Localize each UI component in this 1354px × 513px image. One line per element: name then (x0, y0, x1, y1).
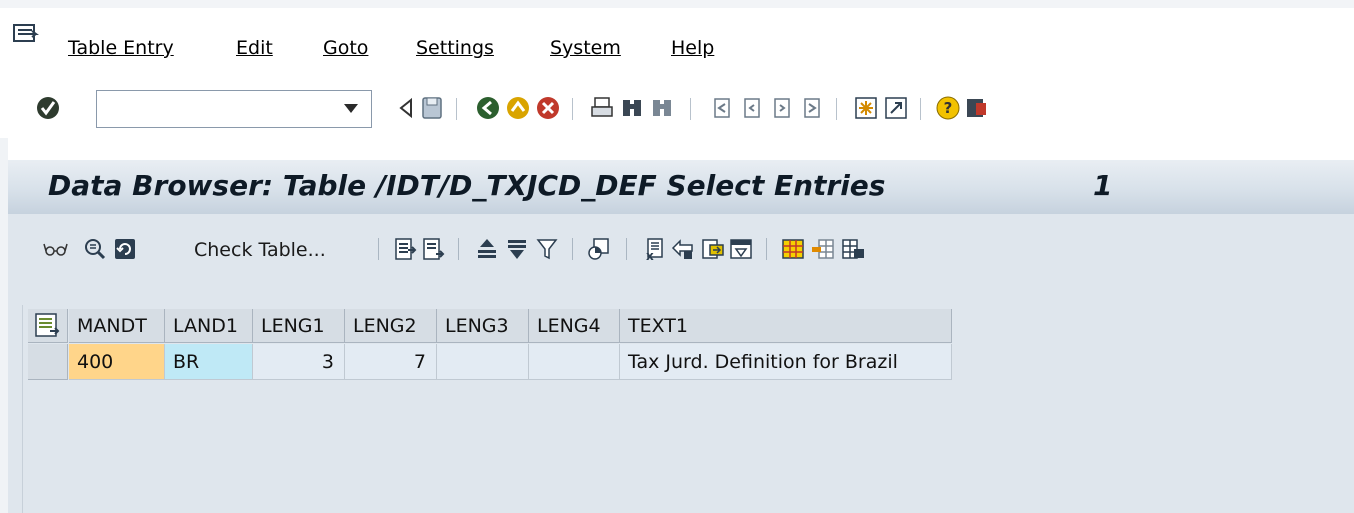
menu-table-entry-label: Table Entry (68, 37, 174, 59)
deselect-all-icon[interactable] (420, 236, 446, 262)
details-icon[interactable] (82, 236, 108, 262)
find-icon[interactable] (618, 94, 646, 122)
menu-edit-label: Edit (236, 37, 273, 59)
print-preview-icon[interactable] (700, 236, 726, 262)
toolbar-separator (836, 98, 837, 120)
select-all-cell[interactable] (28, 309, 68, 343)
page-title: Data Browser: Table /IDT/D_TXJCD_DEF Sel… (48, 169, 886, 202)
cell-land1[interactable]: BR (165, 344, 253, 380)
customize-layout-icon[interactable] (962, 94, 990, 122)
toolbar-separator (456, 98, 457, 120)
delete-row-icon[interactable] (840, 236, 866, 262)
left-edge (0, 138, 8, 513)
select-all-icon[interactable] (392, 236, 418, 262)
cell-mandt[interactable]: 400 (69, 344, 165, 380)
back-icon[interactable] (474, 94, 502, 122)
sort-ascending-icon[interactable] (474, 236, 500, 262)
cell-leng2[interactable]: 7 (345, 344, 437, 380)
create-session-icon[interactable] (852, 94, 880, 122)
abc-analysis-icon[interactable] (728, 236, 754, 262)
column-header-land1[interactable]: LAND1 (165, 309, 253, 343)
help-icon[interactable]: ? (934, 94, 962, 122)
cancel-icon[interactable] (534, 94, 562, 122)
svg-text:x: x (646, 249, 654, 262)
menu-goto[interactable]: Goto (323, 36, 368, 60)
entries-count: 1 (1093, 169, 1113, 202)
toolbar-separator (920, 98, 921, 120)
menu-help[interactable]: Help (671, 36, 714, 60)
set-filter-icon[interactable] (534, 236, 560, 262)
menu-system-label: System (550, 37, 621, 59)
back-arrow-icon[interactable] (392, 94, 420, 122)
column-header-leng1[interactable]: LENG1 (253, 309, 345, 343)
column-header-mandt[interactable]: MANDT (69, 309, 165, 343)
toolbar-separator (766, 238, 767, 260)
menu-edit[interactable]: Edit (236, 36, 273, 60)
toolbar-separator (572, 238, 573, 260)
toolbar-separator (378, 238, 379, 260)
command-field[interactable] (96, 90, 372, 128)
menu-settings[interactable]: Settings (416, 36, 494, 60)
toolbar-separator (572, 98, 573, 120)
next-page-icon[interactable] (768, 94, 796, 122)
cell-leng1[interactable]: 3 (253, 344, 345, 380)
export-icon[interactable]: x (640, 236, 666, 262)
exit-icon[interactable] (504, 94, 532, 122)
spreadsheet-icon[interactable] (780, 236, 806, 262)
column-header-leng2[interactable]: LENG2 (345, 309, 437, 343)
cell-leng4[interactable] (529, 344, 620, 380)
first-page-icon[interactable] (708, 94, 736, 122)
glasses-icon[interactable] (42, 236, 68, 262)
cell-leng3[interactable] (437, 344, 529, 380)
app-menu-icon[interactable] (12, 22, 40, 46)
change-layout-icon[interactable] (670, 236, 696, 262)
graphics-icon[interactable] (586, 236, 612, 262)
filter-icon[interactable] (504, 236, 530, 262)
enter-icon[interactable] (34, 94, 62, 122)
shortcut-icon[interactable] (882, 94, 910, 122)
check-table-button[interactable]: Check Table... (194, 237, 326, 263)
previous-page-icon[interactable] (738, 94, 766, 122)
refresh-icon[interactable] (112, 236, 138, 262)
row-selector[interactable] (28, 344, 68, 380)
toolbar-separator (626, 238, 627, 260)
find-next-icon[interactable] (648, 94, 676, 122)
toolbar-separator (690, 98, 691, 120)
menu-table-entry[interactable]: Table Entry (68, 36, 174, 60)
save-icon[interactable] (418, 94, 446, 122)
last-page-icon[interactable] (798, 94, 826, 122)
menu-system[interactable]: System (550, 36, 621, 60)
layout-icon (35, 313, 60, 337)
svg-text:?: ? (944, 99, 953, 117)
column-header-leng3[interactable]: LENG3 (437, 309, 529, 343)
print-icon[interactable] (588, 94, 616, 122)
column-header-text1[interactable]: TEXT1 (620, 309, 952, 343)
menu-goto-label: Goto (323, 37, 369, 59)
toolbar-separator (458, 238, 459, 260)
insert-row-icon[interactable] (810, 236, 836, 262)
command-field-dropdown-icon[interactable] (344, 104, 358, 113)
menu-settings-label: Settings (416, 37, 494, 59)
menu-help-label: Help (671, 37, 715, 59)
column-header-leng4[interactable]: LENG4 (529, 309, 620, 343)
cell-text1[interactable]: Tax Jurd. Definition for Brazil (620, 344, 952, 380)
